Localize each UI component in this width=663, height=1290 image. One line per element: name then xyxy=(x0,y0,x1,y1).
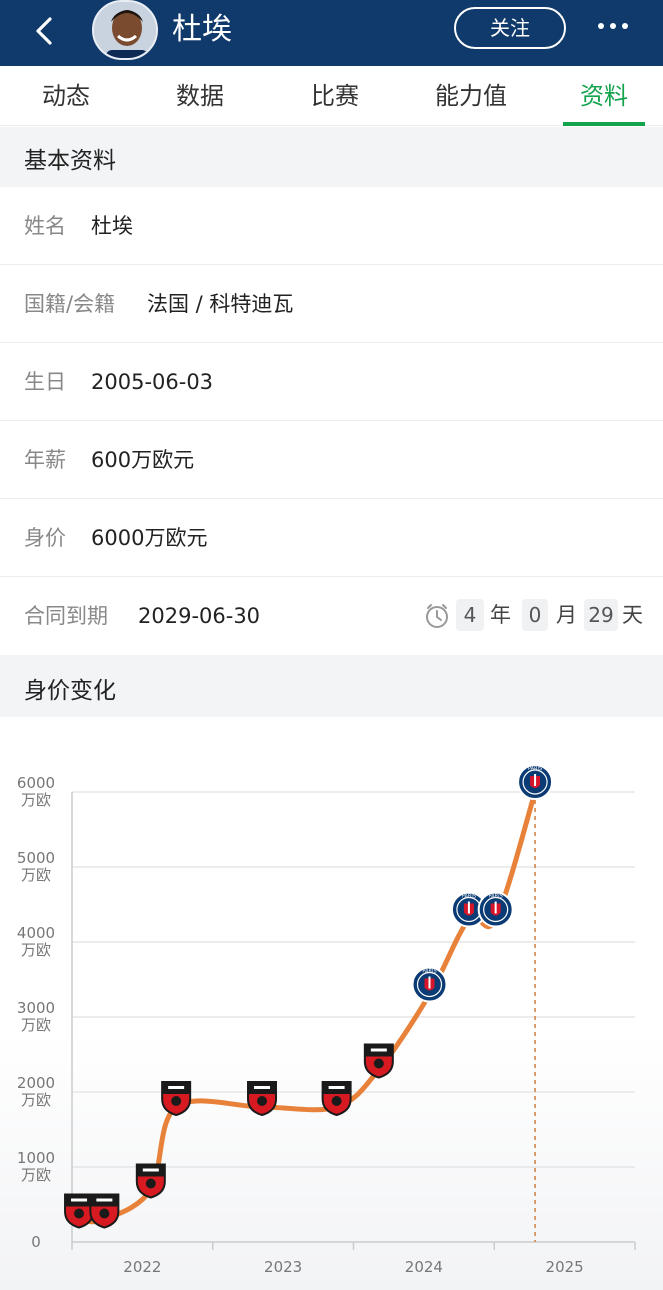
row-value: 600万欧元 xyxy=(91,448,195,472)
psg-crest-icon[interactable]: PARIS xyxy=(411,966,448,1003)
info-row-name: 姓名 杜埃 xyxy=(0,187,663,265)
y-tick-label: 1000 万欧 xyxy=(17,1149,55,1184)
x-tick-label: 2024 xyxy=(405,1258,443,1276)
y-tick-label: 2000 万欧 xyxy=(17,1074,55,1109)
value-line xyxy=(76,789,538,1225)
y-tick-label: 0 xyxy=(31,1233,41,1251)
rennes-crest-icon[interactable] xyxy=(321,1081,352,1117)
countdown-years: 4 xyxy=(456,599,484,631)
follow-button[interactable]: 关注 xyxy=(454,7,566,49)
x-tick-label: 2025 xyxy=(546,1258,584,1276)
y-tick-label: 3000 万欧 xyxy=(17,999,55,1034)
row-value: 法国 / 科特迪瓦 xyxy=(147,292,294,316)
rennes-crest-icon[interactable] xyxy=(89,1193,120,1229)
info-row-nationality: 国籍/会籍 法国 / 科特迪瓦 xyxy=(0,265,663,343)
section-title: 基本资料 xyxy=(24,148,116,174)
row-label: 生日 xyxy=(24,370,66,394)
section-title: 身价变化 xyxy=(24,678,116,704)
player-avatar[interactable] xyxy=(92,0,158,60)
row-label: 合同到期 xyxy=(24,604,108,628)
more-options-icon[interactable] xyxy=(590,14,636,38)
tab-stats[interactable]: 数据 xyxy=(172,80,228,112)
svg-text:PARIS: PARIS xyxy=(528,766,542,772)
value-history-header: 身价变化 xyxy=(0,655,663,717)
info-row-salary: 年薪 600万欧元 xyxy=(0,421,663,499)
row-value: 2005-06-03 xyxy=(91,370,214,394)
y-tick-label: 4000 万欧 xyxy=(17,924,55,959)
countdown-year-unit: 年 xyxy=(490,603,511,627)
y-tick-label: 6000 万欧 xyxy=(17,774,55,809)
rennes-crest-icon[interactable] xyxy=(64,1193,95,1229)
row-value: 杜埃 xyxy=(91,214,133,238)
top-bar: 杜埃 关注 xyxy=(0,0,663,66)
y-tick-label: 5000 万欧 xyxy=(17,849,55,884)
clock-icon xyxy=(426,604,448,628)
rennes-crest-icon[interactable] xyxy=(363,1043,394,1079)
tab-profile[interactable]: 资料 xyxy=(576,80,632,112)
chart-svg: 0 1000 万欧 2000 万欧 3000 万欧 4000 万欧 5000 万欧 6000 万欧 202… xyxy=(17,764,636,1276)
svg-text:PARIS: PARIS xyxy=(489,894,503,900)
x-tick-label: 2022 xyxy=(123,1258,161,1276)
row-label: 身价 xyxy=(24,526,66,550)
player-name: 杜埃 xyxy=(172,12,232,47)
countdown-day-unit: 天 xyxy=(622,603,643,627)
basic-info-header: 基本资料 xyxy=(0,127,663,187)
tab-bar: 动态 数据 比赛 能力值 资料 xyxy=(0,66,663,126)
active-tab-indicator xyxy=(563,122,645,126)
countdown-month-unit: 月 xyxy=(556,603,577,627)
psg-crest-icon[interactable]: PARIS xyxy=(517,764,554,800)
info-row-market-value: 身价 6000万欧元 xyxy=(0,499,663,577)
svg-text:PARIS: PARIS xyxy=(422,969,436,975)
rennes-crest-icon[interactable] xyxy=(135,1163,166,1199)
countdown-months: 0 xyxy=(522,599,548,631)
info-row-birthday: 生日 2005-06-03 xyxy=(0,343,663,421)
row-value: 6000万欧元 xyxy=(91,526,208,550)
svg-text:PARIS: PARIS xyxy=(462,894,476,900)
row-value: 2029-06-30 xyxy=(138,604,261,628)
psg-crest-icon[interactable]: PARIS xyxy=(477,891,514,928)
countdown-days: 29 xyxy=(584,599,618,631)
rennes-crest-icon[interactable] xyxy=(161,1081,192,1117)
tab-feed[interactable]: 动态 xyxy=(38,80,94,112)
row-label: 国籍/会籍 xyxy=(24,292,116,316)
row-label: 年薪 xyxy=(24,448,66,472)
market-value-chart: 0 1000 万欧 2000 万欧 3000 万欧 4000 万欧 5000 万欧 6000 万欧 202… xyxy=(0,717,663,1290)
back-arrow-icon[interactable] xyxy=(26,11,66,51)
tab-matches[interactable]: 比赛 xyxy=(307,80,363,112)
row-label: 姓名 xyxy=(24,214,66,238)
info-row-contract: 合同到期 2029-06-30 4 年 0 月 29 天 xyxy=(0,577,663,655)
x-tick-label: 2023 xyxy=(264,1258,302,1276)
tab-ratings[interactable]: 能力值 xyxy=(429,80,513,112)
rennes-crest-icon[interactable] xyxy=(247,1081,278,1117)
